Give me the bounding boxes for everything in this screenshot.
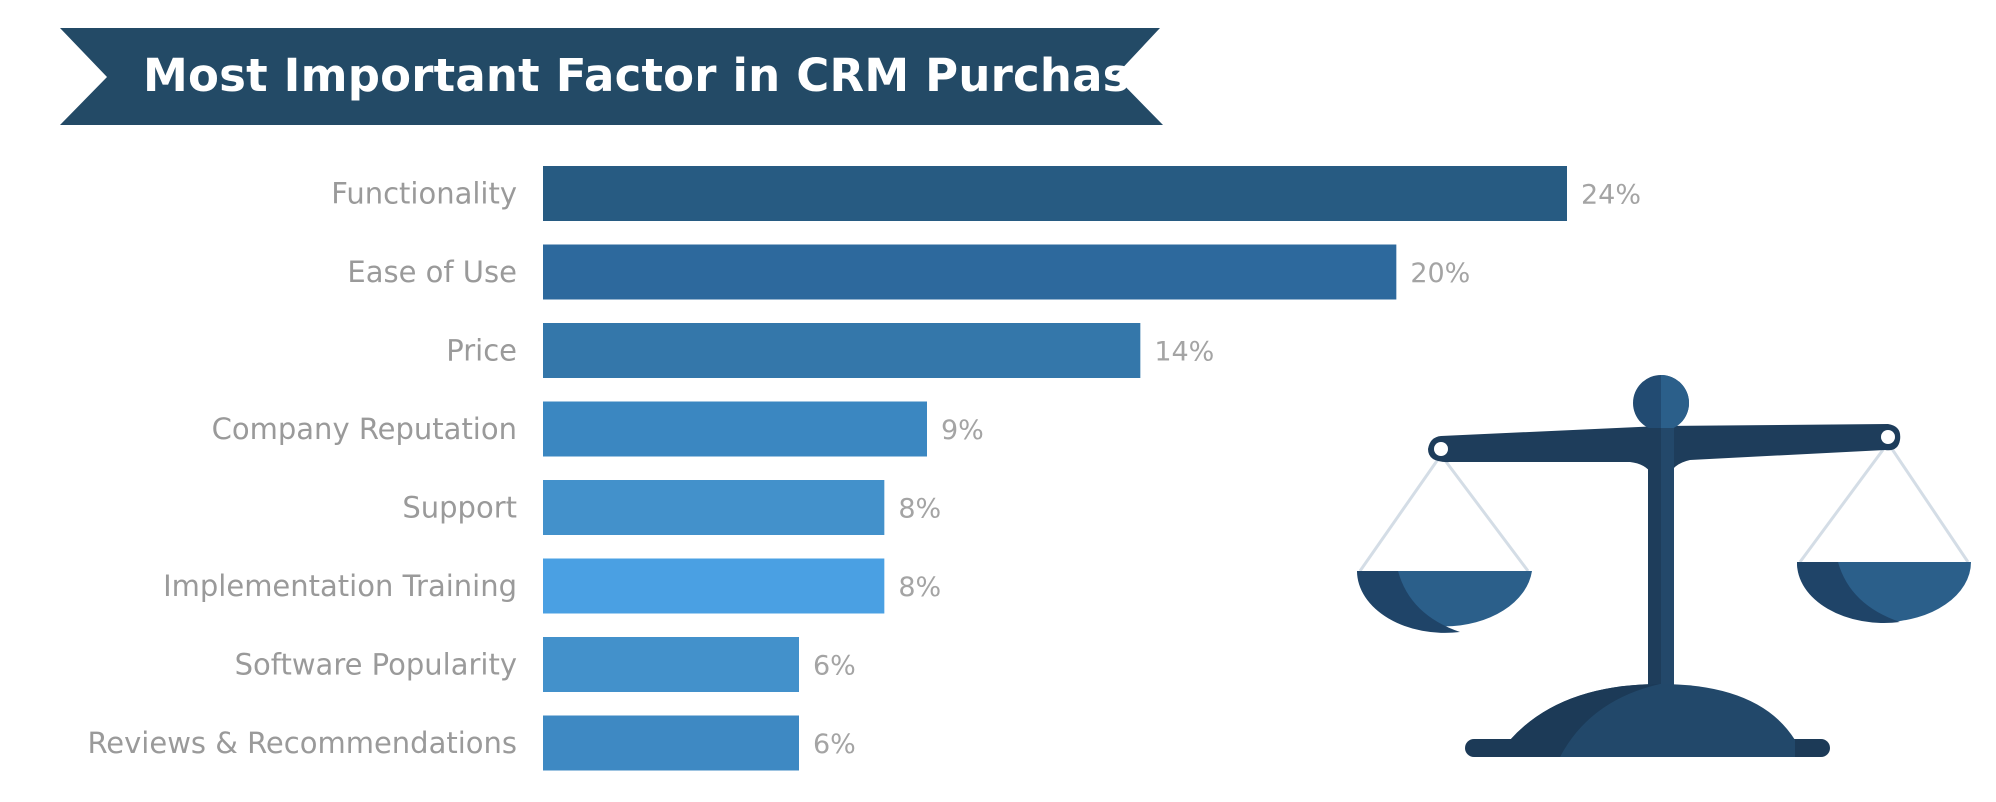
- scale-right-ring: [1881, 430, 1895, 444]
- scale-top-ball-highlight: [1661, 375, 1689, 431]
- balance-scale-icon: [1357, 375, 1971, 757]
- scale-left-ring: [1434, 442, 1448, 456]
- scale-pole-highlight: [1661, 428, 1674, 698]
